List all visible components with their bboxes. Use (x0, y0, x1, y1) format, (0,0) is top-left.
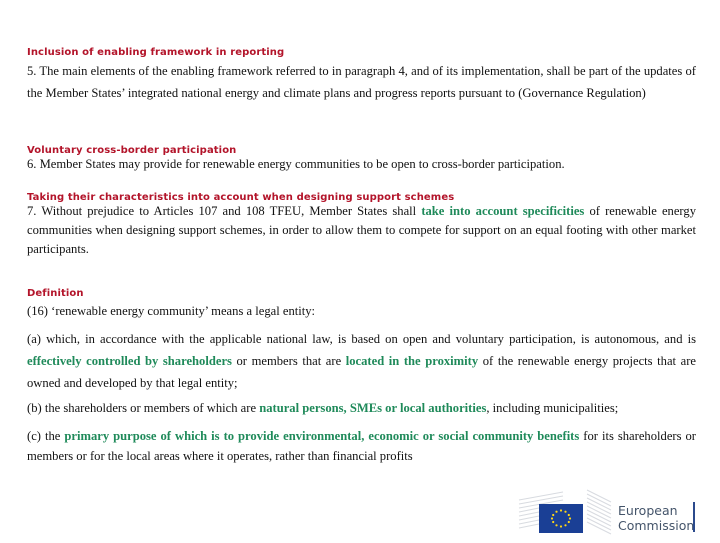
definition-item-b: (b) the shareholders or members of which… (27, 397, 696, 419)
paragraph-5: 5. The main elements of the enabling fra… (27, 64, 696, 100)
definition-item-c: (c) the primary purpose of which is to p… (27, 426, 696, 466)
highlight-specificities: take into account specificities (421, 204, 585, 218)
text: , including municipalities; (486, 401, 619, 415)
text: (a) which, in accordance with the applic… (27, 332, 696, 346)
logo-line-1: European (618, 503, 678, 518)
text: (b) the shareholders or members of which… (27, 401, 260, 415)
heading-definition: Definition (27, 288, 84, 299)
highlight-primary-purpose: primary purpose of which is to provide e… (64, 429, 580, 443)
text: (c) the (27, 429, 65, 443)
logo-line-2: Commission (618, 518, 695, 533)
definition-item-a: (a) which, in accordance with the applic… (27, 328, 696, 394)
highlight-natural-persons: natural persons, SMEs or local authoriti… (259, 401, 487, 415)
text: 7. Without prejudice to Articles 107 and… (27, 204, 422, 218)
paragraph-7: 7. Without prejudice to Articles 107 and… (27, 202, 696, 259)
text: or members that are (231, 354, 346, 368)
heading-reporting: Inclusion of enabling framework in repor… (27, 47, 285, 58)
logo-text: European Commission (618, 503, 694, 533)
highlight-proximity: located in the proximity (345, 354, 479, 368)
highlight-controlled: effectively controlled by shareholders (27, 354, 232, 368)
paragraph-6: 6. Member States may provide for renewab… (27, 157, 565, 171)
definition-intro: (16) ‘renewable energy community’ means … (27, 304, 316, 318)
eu-flag-icon (518, 489, 612, 535)
logo-divider (693, 502, 695, 532)
